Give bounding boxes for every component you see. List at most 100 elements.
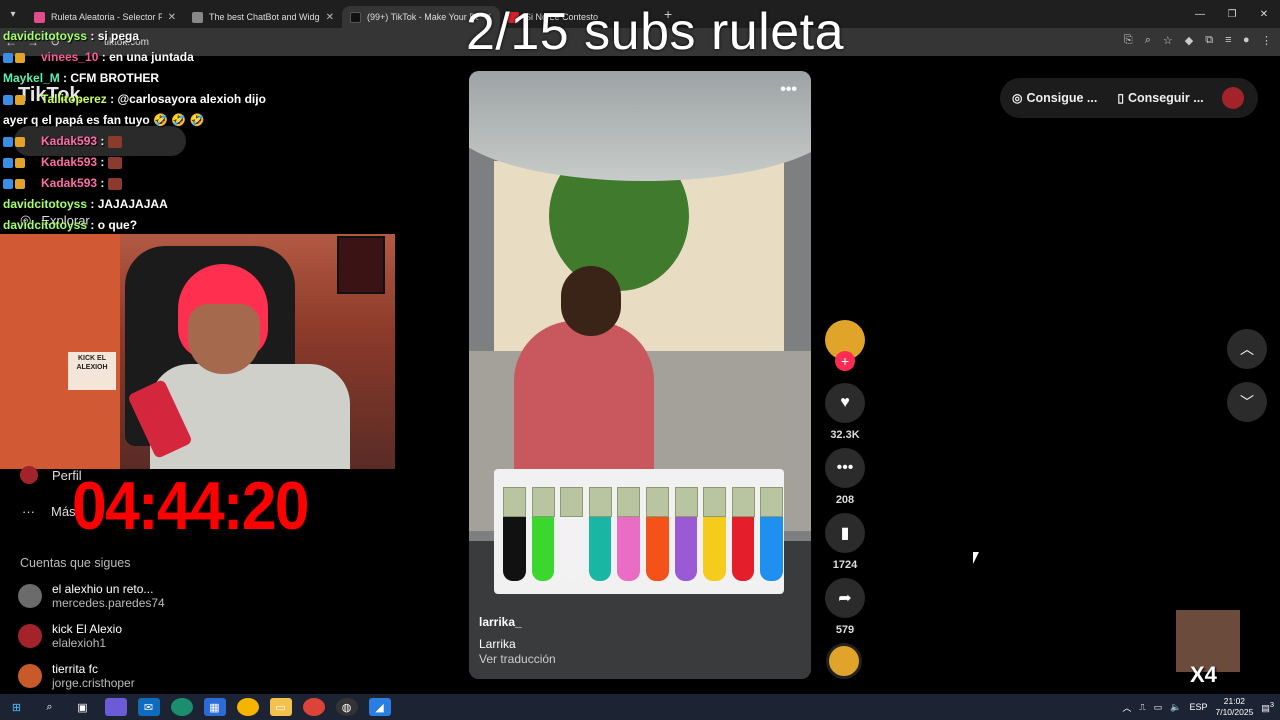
search-icon[interactable]: ⌕ [39,698,61,716]
tab-ruleta[interactable]: Ruleta Aleatoria - Selector Pers ✕ [26,6,184,28]
network-icon[interactable]: ⎍ [1139,702,1145,713]
edge-icon[interactable] [170,698,193,716]
install-app-icon[interactable]: ⎘ [1124,34,1133,47]
obs-icon[interactable]: ◍ [335,698,358,716]
dollar-bill [617,487,641,517]
dollar-bill [560,487,584,517]
comment-action[interactable]: ••• 208 [824,448,866,506]
chat-message: davidcitotoyss : si pega [3,29,140,43]
dollar-bill [760,487,784,517]
following-account[interactable]: tierrita fc jorge.cristhoper [18,662,135,690]
share-icon[interactable]: ➦ [825,578,865,618]
comment-icon[interactable]: ••• [825,448,865,488]
dollar-bill [588,487,612,517]
volume-icon[interactable]: 🔈 [1170,702,1181,713]
browser-toolbar: ⎘ ⌕ ☆ ◆ ⧉ ≡ ⦁ ⋮ [1124,34,1272,47]
clock[interactable]: 21:02 7/10/2025 [1215,696,1253,718]
video-player[interactable]: ••• larrika_ Larrika Ver traducción [469,71,811,679]
color-tube [731,487,755,581]
translate-link[interactable]: Ver traducción [479,652,556,666]
tab-search-icon[interactable]: ▾ [0,0,26,28]
nav-more[interactable]: ··· Más [22,504,76,519]
save-action[interactable]: ▮ 1724 [824,513,866,571]
profile-icon[interactable]: ⦁ [1244,34,1250,47]
video-woman-head [561,266,621,336]
like-action[interactable]: ♥ 32.3K [824,383,866,441]
get-app-button[interactable]: ▯ Conseguir ... [1117,91,1203,105]
file-explorer-icon[interactable]: ▭ [269,698,292,716]
video-more-icon[interactable]: ••• [780,81,797,99]
copilot-icon[interactable] [104,698,127,716]
dollar-bill [674,487,698,517]
close-tab-icon[interactable]: ✕ [326,12,334,23]
header-avatar[interactable] [1222,87,1244,109]
dollar-bill [703,487,727,517]
color-tube [645,487,669,581]
mouse-cursor [973,552,979,564]
chat-badge-icon [3,178,13,189]
color-tube [531,487,555,581]
following-account[interactable]: kick El Alexio elalexioh1 [18,622,122,650]
notification-icon[interactable]: ▤3 [1261,700,1274,714]
share-action[interactable]: ➦ 579 [824,578,866,636]
follow-plus-icon[interactable]: + [835,351,855,371]
chat-badge-icon [3,136,13,147]
language-indicator[interactable]: ESP [1189,702,1207,712]
tray-chevron-icon[interactable]: ︿ [1122,701,1131,714]
task-view-icon[interactable]: ▣ [72,698,94,716]
bookmark-star-icon[interactable]: ☆ [1163,34,1173,47]
extension-icon[interactable]: ◆ [1185,34,1193,47]
get-coins-button[interactable]: ◎ Consigue ... [1012,91,1097,105]
account-avatar [18,664,42,688]
chat-badges [3,49,41,65]
chat-username: Maykel_M [3,71,60,85]
chat-text: JAJAJAJAA [97,197,168,211]
music-disc-avatar[interactable] [826,643,862,679]
chat-text: si pega [97,29,140,43]
chat-badge-icon [15,94,25,105]
battery-icon[interactable]: ▭ [1154,702,1163,713]
prev-video-button[interactable]: ︿ [1227,329,1267,369]
app-icon[interactable]: ◢ [368,698,391,716]
zoom-icon[interactable]: ⌕ [1145,34,1151,47]
account-name: kick El Alexio [52,622,123,636]
account-handle: elalexioh1 [52,636,107,650]
heart-icon[interactable]: ♥ [825,383,865,423]
close-window-icon[interactable]: ✕ [1248,0,1280,28]
browser-menu-icon[interactable]: ⋮ [1261,34,1272,47]
chat-message: davidcitotoyss : JAJAJAJAA [3,197,168,211]
media-controls-icon[interactable]: ≡ [1225,34,1231,47]
chat-emote-icon [107,177,122,190]
meme-multiplier: X4 [1190,662,1217,687]
save-count: 1724 [832,559,858,571]
window-controls: — ❐ ✕ [1184,0,1280,28]
chat-badge-icon [3,52,13,63]
chrome-active-icon[interactable] [302,698,325,716]
chat-text: CFM BROTHER [70,71,160,85]
color-tube [617,487,641,581]
chat-username: davidcitotoyss [3,29,88,43]
chat-message: ayer q el papá es fan tuyo 🤣 🤣 🤣 [3,112,403,133]
chat-text: ayer q el papá es fan tuyo 🤣 🤣 🤣 [3,113,205,127]
extensions-puzzle-icon[interactable]: ⧉ [1205,34,1213,47]
windows-start-icon[interactable]: ⊞ [6,698,28,716]
chat-text: o que? [97,218,138,232]
streamer-face [188,304,260,374]
close-tab-icon[interactable]: ✕ [168,12,176,23]
following-account[interactable]: el alexhio un reto... mercedes.paredes74 [18,582,165,610]
stream-chat-overlay: davidcitotoyss : si pega vinees_10 : en u… [3,28,403,238]
restore-icon[interactable]: ❐ [1216,0,1248,28]
chat-emote-icon [107,156,122,169]
next-video-button[interactable]: ﹀ [1227,382,1267,422]
chat-badges [3,154,41,170]
stream-timer: 04:44:20 [72,468,310,544]
chrome-icon[interactable] [236,698,259,716]
store-icon[interactable]: ▦ [203,698,226,716]
outlook-icon[interactable]: ✉ [137,698,160,716]
chat-username: Kadak593 [41,134,98,148]
minimize-icon[interactable]: — [1184,0,1216,28]
webcam-feed: KICK EL ALEXIOH [0,234,395,469]
tab-chatbot[interactable]: The best ChatBot and Widgets ✕ [184,6,342,28]
bookmark-icon[interactable]: ▮ [825,513,865,553]
video-author[interactable]: larrika_ [479,615,522,629]
